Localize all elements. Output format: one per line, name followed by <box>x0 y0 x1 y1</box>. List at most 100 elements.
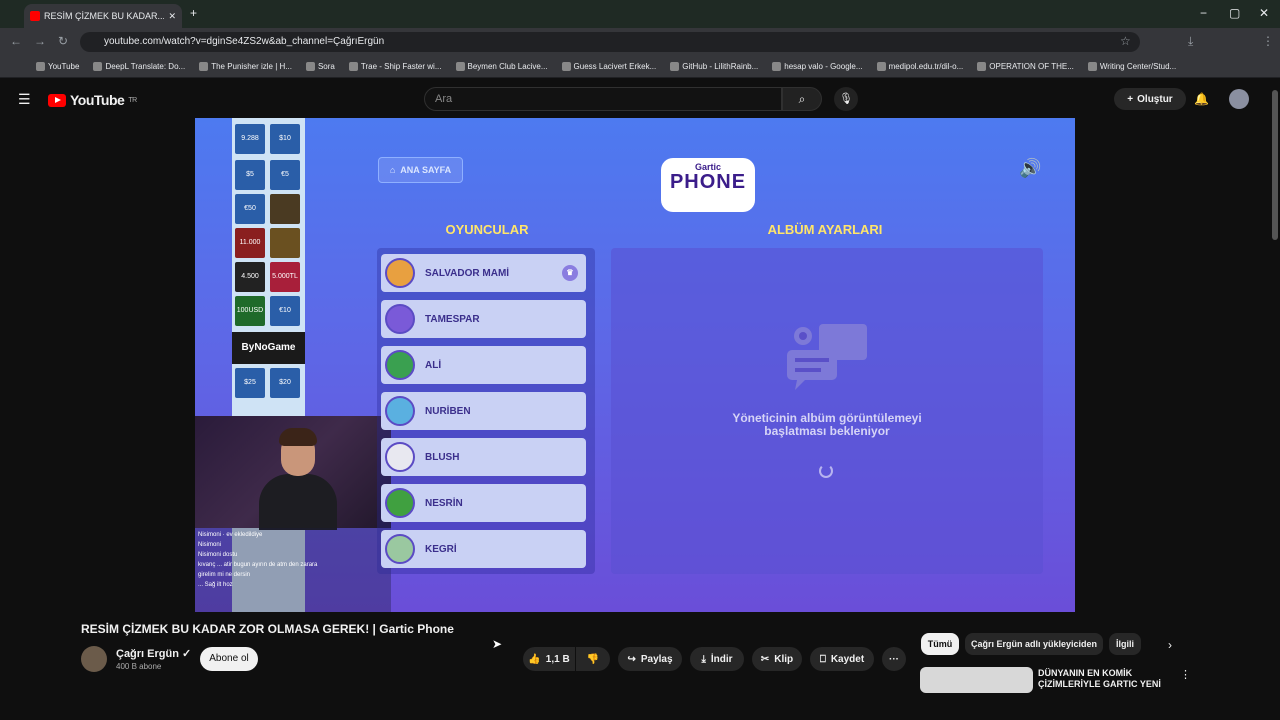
chip-all[interactable]: Tümü <box>921 633 959 655</box>
minimize-button[interactable]: − <box>1200 6 1207 20</box>
create-button[interactable]: + Oluştur <box>1114 88 1186 110</box>
verified-icon: ✓ <box>182 648 192 660</box>
youtube-logo[interactable]: YouTube TR <box>48 92 137 108</box>
share-button[interactable]: ↪ Paylaş <box>618 647 682 671</box>
save-button[interactable]: ⎕ Kaydet <box>810 647 874 671</box>
bookmark-item[interactable]: The Punisher izle | H... <box>199 62 292 71</box>
youtube-play-icon <box>48 93 66 107</box>
related-video-title[interactable]: DÜNYANIN EN KOMİK ÇİZİMLERİYLE GARTIC YE… <box>1038 668 1168 690</box>
like-button[interactable]: 👍 1,1 B <box>523 647 575 671</box>
subscribe-button[interactable]: Abone ol <box>200 647 258 671</box>
download-icon[interactable]: ⤓ <box>1188 34 1193 49</box>
bookmark-item[interactable]: YouTube <box>36 62 79 71</box>
bookmark-item[interactable]: medipol.edu.tr/dil-o... <box>876 62 963 71</box>
crown-icon: ♛ <box>562 265 578 281</box>
back-icon[interactable]: ← <box>10 34 22 48</box>
bookmark-item[interactable]: DeepL Translate: Do... <box>93 62 185 71</box>
search-input[interactable]: Ara <box>424 87 782 111</box>
dislike-button[interactable]: 👎 <box>576 647 610 671</box>
forward-icon[interactable]: → <box>34 34 46 48</box>
player-row: NURİBEN <box>381 392 586 430</box>
player-row: ALİ <box>381 346 586 384</box>
search-button[interactable]: ⌕ <box>782 87 822 111</box>
page-scrollbar[interactable] <box>1272 90 1278 240</box>
home-button: ⌂ ANA SAYFA <box>378 157 463 183</box>
player-avatar <box>385 258 415 288</box>
player-avatar <box>385 534 415 564</box>
bookmarks-bar: YouTube DeepL Translate: Do... The Punis… <box>0 56 1280 78</box>
waiting-message: Yöneticinin albüm görüntülemeyi başlatma… <box>732 411 922 438</box>
streamer-hair <box>279 428 317 446</box>
loading-spinner <box>819 464 833 478</box>
player-row: SALVADOR MAMİ ♛ <box>381 254 586 292</box>
reload-icon[interactable]: ↻ <box>58 34 68 48</box>
bookmark-item[interactable]: Sora <box>305 62 335 71</box>
player-avatar <box>385 350 415 380</box>
album-settings-icon <box>787 324 867 390</box>
player-row: BLUSH <box>381 438 586 476</box>
hamburger-menu-icon[interactable]: ☰ <box>18 91 31 108</box>
download-button[interactable]: ⤓ İndir <box>690 647 744 671</box>
new-tab-button[interactable]: + <box>190 6 197 20</box>
video-title: RESİM ÇİZMEK BU KADAR ZOR OLMASA GEREK! … <box>81 622 454 636</box>
stream-chat-overlay: Nisimoni · ev ekledildiye Nisimoni Nisim… <box>195 528 391 612</box>
chat-line: Nisimoni <box>198 542 222 548</box>
chat-line: kıvanç ... atir bugun ayırın de atm den … <box>198 562 318 568</box>
account-avatar[interactable] <box>1229 89 1249 109</box>
tab-title: RESİM ÇİZMEK BU KADAR... <box>44 11 165 21</box>
sponsor-card: €10 <box>270 296 300 326</box>
browser-tab-strip: RESİM ÇİZMEK BU KADAR... ✕ + − ▢ ✕ <box>0 0 1280 28</box>
gartic-phone-logo: Gartic PHONE <box>661 158 755 212</box>
chevron-right-icon[interactable]: › <box>1168 638 1172 652</box>
bookmark-item[interactable]: Writing Center/Stud... <box>1087 62 1176 71</box>
player-row: KEGRİ <box>381 530 586 568</box>
sponsor-card: €50 <box>235 194 265 224</box>
sponsor-card: 11.000 <box>235 228 265 258</box>
sponsor-card: €5 <box>270 160 300 190</box>
home-icon: ⌂ <box>389 165 396 175</box>
mic-icon: 🎙 <box>839 93 853 105</box>
album-panel: Yöneticinin albüm görüntülemeyi başlatma… <box>611 248 1043 574</box>
maximize-button[interactable]: ▢ <box>1229 6 1240 20</box>
sponsor-card: $5 <box>235 160 265 190</box>
address-bar[interactable]: youtube.com/watch?v=dginSe4ZS2w&ab_chann… <box>80 32 1140 52</box>
players-header: OYUNCULAR <box>445 222 529 237</box>
bynogame-logo: ByNoGame <box>232 332 305 364</box>
search-icon: ⌕ <box>798 92 806 106</box>
chip-from-uploader[interactable]: Çağrı Ergün adlı yükleyiciden <box>965 633 1103 655</box>
voice-search-button[interactable]: 🎙 <box>834 87 858 111</box>
chip-related[interactable]: İlgili <box>1109 633 1141 655</box>
chat-line: girelim mi ne dersin <box>198 572 251 578</box>
sponsor-card: 100USD <box>235 296 265 326</box>
related-more-icon[interactable]: ⋮ <box>1180 668 1191 681</box>
more-actions-button[interactable]: ··· <box>882 647 906 671</box>
menu-icon[interactable]: ⋮ <box>1262 34 1274 48</box>
close-window-button[interactable]: ✕ <box>1259 6 1269 20</box>
notifications-bell-icon[interactable]: 🔔 <box>1194 92 1209 106</box>
streamer-webcam <box>195 416 391 530</box>
bookmark-item[interactable]: Guess Lacivert Erkek... <box>561 62 656 71</box>
bookmark-item[interactable]: Trae - Ship Faster wi... <box>348 62 442 71</box>
subscriber-count: 400 B abone <box>116 662 162 671</box>
bookmark-item[interactable]: hesap valo - Google... <box>772 62 863 71</box>
sponsor-card: 9.288 <box>235 124 265 154</box>
browser-tab[interactable]: RESİM ÇİZMEK BU KADAR... ✕ <box>24 4 182 28</box>
bookmark-icon: ⎕ <box>819 653 826 665</box>
player-avatar <box>385 488 415 518</box>
channel-avatar[interactable] <box>81 646 107 672</box>
bookmark-item[interactable]: GitHub - LilithRainb... <box>670 62 758 71</box>
player-avatar <box>385 442 415 472</box>
bookmark-item[interactable]: OPERATION OF THE... <box>977 62 1074 71</box>
sponsor-card: 4.500 <box>235 262 265 292</box>
video-player[interactable]: 9.288 $10 $5 €5 €50 11.000 4.500 5.000TL… <box>195 118 1075 612</box>
bookmark-item[interactable]: Beymen Club Lacive... <box>455 62 548 71</box>
player-avatar <box>385 396 415 426</box>
chat-line: Nisimoni · ev ekledildiye <box>198 532 263 538</box>
clip-button[interactable]: ✂ Klip <box>752 647 802 671</box>
bookmark-star-icon[interactable]: ☆ <box>1120 34 1131 48</box>
album-header: ALBÜM AYARLARI <box>767 222 883 237</box>
channel-name[interactable]: Çağrı Ergün ✓ <box>116 647 191 660</box>
tab-close-icon[interactable]: ✕ <box>168 11 176 22</box>
sponsor-card: $25 <box>235 368 265 398</box>
related-video-thumbnail[interactable] <box>920 667 1033 693</box>
